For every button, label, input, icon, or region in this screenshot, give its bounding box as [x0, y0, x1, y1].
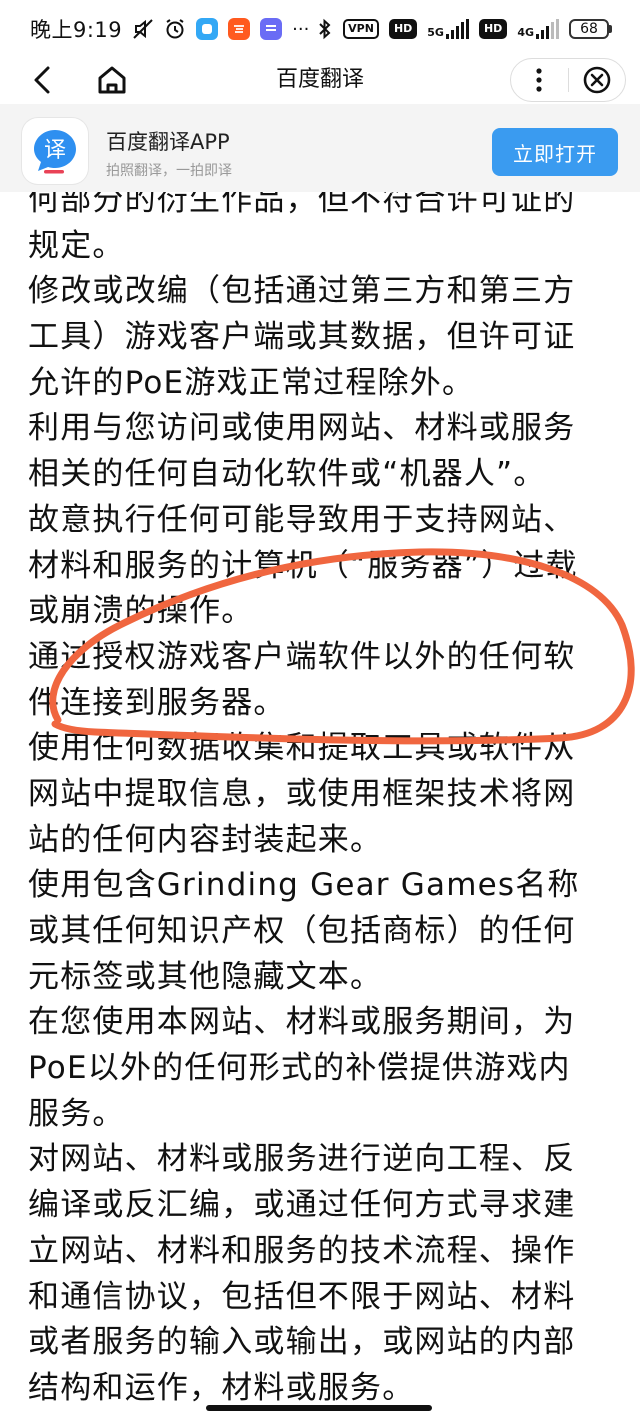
vpn-badge: VPN	[343, 19, 379, 39]
open-app-button[interactable]: 立即打开	[492, 128, 618, 176]
chevron-left-icon	[34, 66, 50, 94]
more-button[interactable]	[511, 58, 568, 102]
taobao-icon	[228, 18, 251, 40]
status-left: 晚上9:19 ···	[30, 14, 309, 44]
text-line: 和通信协议，包括但不限于网站、材料	[28, 1278, 576, 1315]
text-line: 件连接到服务器。	[28, 684, 286, 721]
signal-5g: 5G	[427, 19, 469, 39]
signal-bars-icon	[445, 19, 469, 39]
signal-bars-icon-2	[536, 19, 559, 39]
app-notification-icon	[196, 18, 219, 40]
text-line: 材料和服务的计算机（“服务器”）过载	[28, 547, 578, 584]
app-name: 百度翻译APP	[106, 130, 230, 154]
signal-4g: 4G	[517, 19, 559, 39]
back-button[interactable]	[24, 60, 64, 100]
more-notifications-icon: ···	[292, 18, 310, 40]
hd-badge-2: HD	[478, 19, 508, 39]
text-line: 结构和运作，材料或服务。	[28, 1369, 415, 1402]
text-line: 修改或改编（包括通过第三方和第三方	[28, 273, 576, 310]
alarm-icon	[164, 18, 186, 40]
home-icon	[98, 66, 126, 94]
app-download-banner[interactable]: 译 百度翻译APP 拍照翻译，一拍即译 立即打开	[0, 104, 640, 192]
text-line: 或崩溃的操作。	[28, 593, 254, 630]
text-line: 编译或反汇编，或通过任何方式寻求建	[28, 1187, 576, 1224]
text-line: 规定。	[28, 227, 125, 264]
close-circle-icon	[583, 66, 611, 94]
text-line: 使用任何数据收集和提取工具或软件从	[28, 730, 576, 767]
text-line: 对网站、材料或服务进行逆向工程、反	[28, 1141, 576, 1178]
text-line: 或其任何知识产权（包括商标）的任何	[28, 913, 576, 949]
status-right: VPN HD 5G HD 4G 68	[317, 18, 612, 40]
nav-bar: 百度翻译	[0, 58, 640, 104]
app-subtitle: 拍照翻译，一拍即译	[106, 163, 232, 179]
text-line: 或者服务的输入或输出，或网站的内部	[28, 1324, 576, 1361]
logo-glyph: 译	[44, 138, 66, 163]
text-line: 何部分的衍生作品，但不符合许可证的	[28, 192, 576, 218]
text-line: 网站中提取信息，或使用框架技术将网	[28, 775, 576, 812]
status-bar: 晚上9:19 ··· VPN HD 5G HD 4G 68	[0, 0, 640, 58]
text-line: PoE以外的任何形式的补偿提供游戏内	[28, 1050, 571, 1087]
home-button[interactable]	[92, 60, 132, 100]
text-line: 允许的PoE游戏正常过程除外。	[28, 364, 475, 401]
text-line: 立网站、材料和服务的技术流程、操作	[28, 1232, 576, 1269]
text-line: 利用与您访问或使用网站、材料或服务	[28, 410, 576, 447]
network-5g-label: 5G	[427, 26, 444, 39]
bluetooth-icon	[317, 18, 333, 40]
text-lines: 何部分的衍生作品，但不符合许可证的规定。修改或改编（包括通过第三方和第三方 工具）…	[28, 192, 614, 1402]
hd-badge: HD	[388, 19, 418, 39]
translated-text-content: 何部分的衍生作品，但不符合许可证的规定。修改或改编（包括通过第三方和第三方 工具）…	[0, 192, 640, 1402]
toutiao-icon	[260, 18, 283, 40]
text-line: 相关的任何自动化软件或“机器人”。	[28, 456, 546, 493]
network-4g-label: 4G	[517, 26, 534, 39]
close-button[interactable]	[568, 58, 625, 102]
mute-icon	[132, 18, 154, 40]
battery-level: 68	[580, 21, 598, 37]
home-indicator[interactable]	[206, 1405, 432, 1411]
more-vertical-icon	[536, 68, 542, 92]
battery-icon: 68	[569, 19, 612, 39]
mini-program-capsule	[510, 58, 626, 102]
status-time: 晚上9:19	[30, 18, 123, 42]
text-line: 故意执行任何可能导致用于支持网站、	[28, 501, 576, 538]
baidu-translate-logo: 译	[22, 118, 88, 184]
text-line: 站的任何内容封装起来。	[28, 821, 383, 858]
text-line: 服务。	[28, 1095, 125, 1132]
text-line: 元标签或其他隐藏文本。	[28, 958, 383, 995]
text-line: 工具）游戏客户端或其数据，但许可证	[28, 319, 576, 356]
text-line: 使用包含Grinding Gear Games名称	[28, 867, 580, 904]
text-line: 在您使用本网站、材料或服务期间，为	[28, 1004, 576, 1041]
text-line: 通过授权游戏客户端软件以外的任何软	[28, 638, 576, 675]
